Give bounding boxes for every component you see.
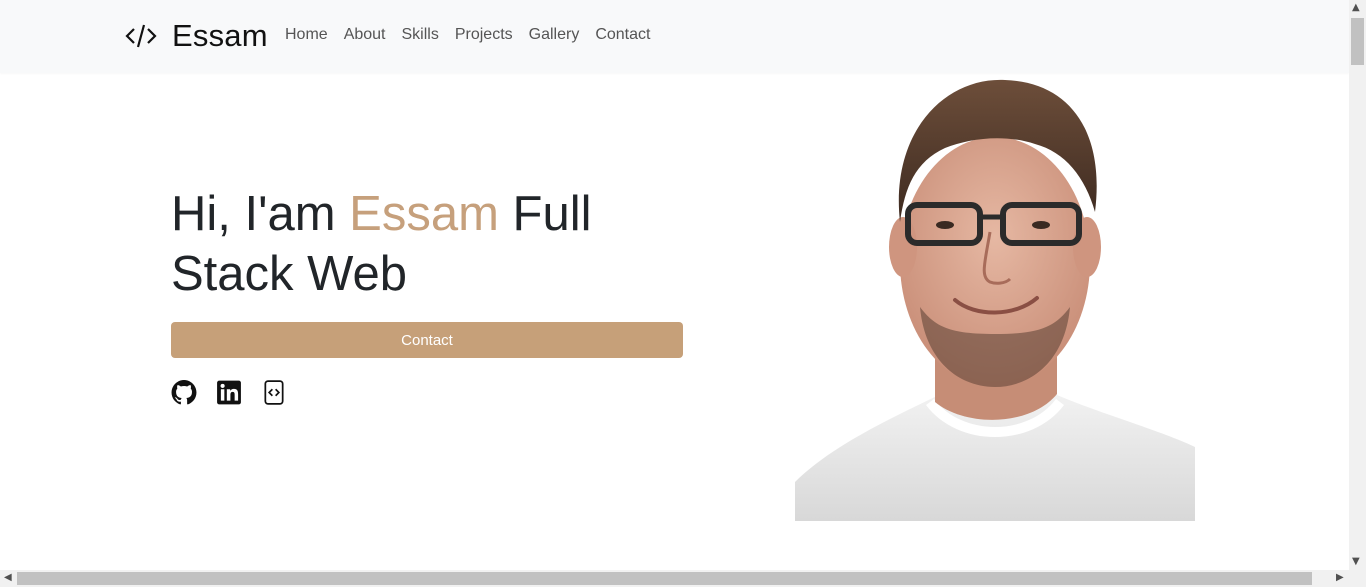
github-link[interactable] <box>171 379 197 406</box>
hero-title-name: Essam <box>349 187 499 241</box>
horizontal-scroll-thumb[interactable] <box>17 572 1312 585</box>
scroll-up-icon[interactable]: ▲ <box>1352 3 1360 13</box>
nav-link-skills[interactable]: Skills <box>402 26 439 44</box>
github-icon <box>171 380 197 405</box>
social-links <box>171 379 287 406</box>
vertical-scroll-thumb[interactable] <box>1351 18 1364 65</box>
code-brackets-icon <box>125 24 157 48</box>
nav-link-about[interactable]: About <box>344 26 386 44</box>
code-file-link[interactable] <box>261 379 287 406</box>
scroll-left-icon[interactable]: ◀ <box>4 573 12 583</box>
portrait-photo <box>795 79 1195 521</box>
brand-name: Essam <box>172 18 268 53</box>
nav-links: Home About Skills Projects Gallery Conta… <box>285 26 666 44</box>
navbar: Essam Home About Skills Projects Gallery… <box>0 0 1349 73</box>
brand-link[interactable]: Essam <box>124 14 268 58</box>
page-viewport: Essam Home About Skills Projects Gallery… <box>0 0 1349 570</box>
scroll-right-icon[interactable]: ▶ <box>1336 573 1344 583</box>
vertical-scrollbar[interactable]: ▲ ▼ <box>1349 0 1366 570</box>
nav-link-contact[interactable]: Contact <box>595 26 650 44</box>
nav-link-gallery[interactable]: Gallery <box>529 26 580 44</box>
linkedin-link[interactable] <box>216 379 242 406</box>
hero-title-prefix: Hi, I'am <box>171 187 350 241</box>
scroll-down-icon[interactable]: ▼ <box>1352 557 1360 567</box>
linkedin-icon <box>217 380 241 405</box>
contact-button[interactable]: Contact <box>171 322 683 358</box>
hero-title: Hi, I'am Essam Full Stack Web <box>171 184 691 304</box>
code-file-icon <box>264 380 284 405</box>
nav-link-projects[interactable]: Projects <box>455 26 513 44</box>
horizontal-scrollbar[interactable]: ◀ ▶ <box>0 570 1366 587</box>
nav-link-home[interactable]: Home <box>285 26 328 44</box>
